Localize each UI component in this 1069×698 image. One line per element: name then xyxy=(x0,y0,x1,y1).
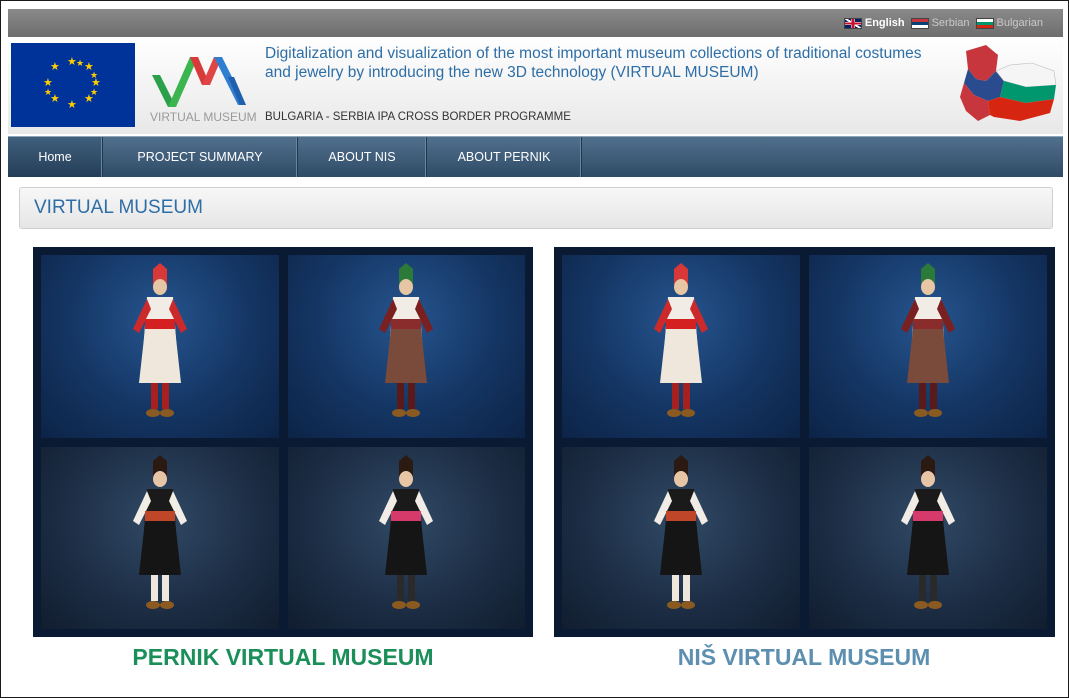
nis-museum-link[interactable]: NIŠ VIRTUAL MUSEUM xyxy=(554,644,1054,671)
striped-apron-costume-figure xyxy=(901,263,955,417)
eu-flag-icon: ★ ★ ★ ★ ★ ★ ★ ★ ★ ★ ★ ★ xyxy=(11,43,135,127)
logo-text: VIRTUAL MUSEUM xyxy=(150,110,257,124)
striped-apron-costume-figure xyxy=(379,263,434,417)
costume-tile-1 xyxy=(41,255,279,438)
costume-tile-6 xyxy=(809,255,1047,438)
pernik-museum-link[interactable]: PERNIK VIRTUAL MUSEUM xyxy=(33,644,533,671)
language-english[interactable]: English xyxy=(843,17,905,29)
black-pink-sash-costume-figure xyxy=(901,454,955,609)
costume-tile-5 xyxy=(562,255,800,438)
bulgaria-flag-icon xyxy=(975,17,994,29)
black-pink-sash-costume-figure xyxy=(379,454,434,609)
costume-tile-3 xyxy=(41,446,279,629)
nis-museum-image[interactable] xyxy=(554,247,1055,637)
costume-tile-4 xyxy=(287,446,525,629)
nav-home[interactable]: Home xyxy=(8,137,103,177)
red-white-costume-figure xyxy=(654,263,708,417)
language-english-label: English xyxy=(864,17,905,29)
costume-tile-7 xyxy=(562,446,800,629)
language-serbian-label: Serbian xyxy=(931,17,970,29)
page-frame: English Serbian Bulgarian ★ ★ ★ ★ ★ ★ ★ … xyxy=(0,0,1069,698)
uk-flag-icon xyxy=(843,17,862,29)
language-serbian[interactable]: Serbian xyxy=(910,17,970,29)
project-title: Digitalization and visualization of the … xyxy=(265,45,922,81)
language-bulgarian[interactable]: Bulgarian xyxy=(975,17,1043,29)
costume-tile-8 xyxy=(809,446,1047,629)
main-nav: Home PROJECT SUMMARY ABOUT NIS ABOUT PER… xyxy=(8,136,1063,177)
language-bar: English Serbian Bulgarian xyxy=(8,9,1063,37)
serbia-flag-icon xyxy=(910,17,929,29)
costume-tile-2 xyxy=(287,255,525,438)
nav-about-pernik[interactable]: ABOUT PERNIK xyxy=(427,137,582,177)
red-white-costume-figure xyxy=(132,263,187,417)
section-title: VIRTUAL MUSEUM xyxy=(19,187,1053,229)
pernik-museum-image[interactable] xyxy=(33,247,533,637)
language-bulgarian-label: Bulgarian xyxy=(996,17,1043,29)
serbia-bulgaria-map-icon xyxy=(960,45,1057,121)
nav-project-summary[interactable]: PROJECT SUMMARY xyxy=(103,137,298,177)
site-header: ★ ★ ★ ★ ★ ★ ★ ★ ★ ★ ★ ★ VIRTUAL MUSEUM D… xyxy=(8,37,1063,134)
programme-subtitle: BULGARIA - SERBIA IPA CROSS BORDER PROGR… xyxy=(265,111,571,123)
nav-about-nis[interactable]: ABOUT NIS xyxy=(298,137,427,177)
black-dress-costume-figure xyxy=(654,454,708,609)
black-dress-costume-figure xyxy=(132,454,187,609)
